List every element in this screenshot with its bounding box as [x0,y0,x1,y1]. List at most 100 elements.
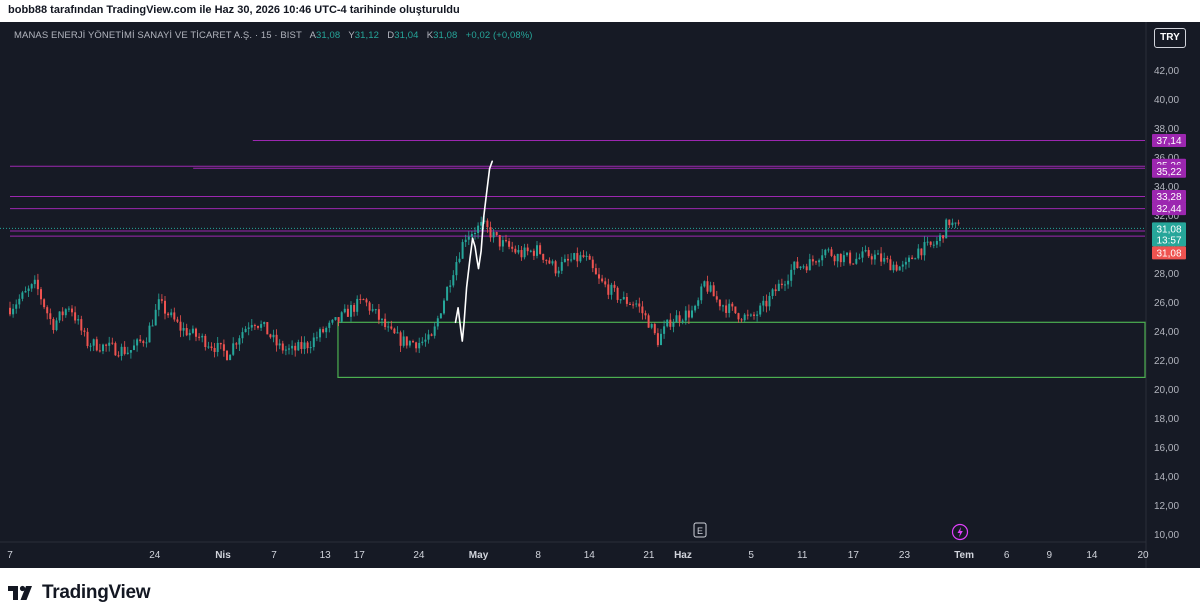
candle-body [774,289,777,292]
candle-body [898,266,901,271]
candle-body [387,326,390,328]
candle-body [948,219,951,226]
candle-body [765,300,768,307]
candle-body [27,288,30,292]
candle-body [697,300,700,306]
candle-body [610,284,613,295]
candle-body [474,233,476,235]
high-value: 31,12 [354,30,380,41]
bar-countdown-label: 13:57 [1156,235,1181,246]
candle-body [83,330,86,332]
candle-body [523,247,526,258]
candle-body [433,326,436,336]
candle-body [424,339,427,342]
price-chart[interactable]: 42,0040,0038,0036,0034,0032,0030,0028,00… [0,22,1200,568]
candle-body [458,258,461,263]
candle-body [291,345,294,349]
candle-body [647,315,650,328]
candle-body [598,274,600,279]
candle-body [625,296,628,304]
y-tick-label: 18,00 [1154,414,1179,425]
chart-area[interactable]: 42,0040,0038,0036,0034,0032,0030,0028,00… [0,22,1200,568]
candle-body [511,246,514,249]
candle-body [827,249,830,251]
candle-body [139,339,142,342]
candle-body [201,335,204,338]
candle-body [55,320,58,330]
candle-body [191,328,194,333]
candle-body [753,314,755,316]
candle-body [926,241,929,243]
candle-body [799,266,802,269]
candle-body [470,234,473,237]
candle-body [452,275,455,286]
candle-body [142,341,145,343]
candle-body [793,261,796,270]
candle-body [873,254,876,260]
candle-body [616,287,619,300]
candle-body [588,255,591,260]
x-tick-label: 5 [748,550,754,561]
candle-body [151,325,154,327]
candle-body [855,258,858,264]
candle-body [880,253,883,262]
candle-body [604,281,607,285]
candle-body [756,314,759,316]
candle-body [846,252,848,256]
candle-body [579,255,582,262]
candle-body [759,305,762,315]
level-price-label: 33,28 [1156,192,1181,203]
candle-body [105,344,108,346]
candle-body [111,342,114,344]
candle-body [477,225,480,234]
candle-body [700,286,703,301]
candle-body [64,309,67,316]
candle-body [818,260,821,263]
candle-body [858,257,861,259]
candle-body [920,248,923,256]
candle-body [731,303,734,307]
candle-body [849,252,852,264]
candle-body [498,235,501,247]
candle-body [269,334,272,338]
candle-body [148,325,151,343]
candle-body [356,298,359,312]
candle-body [560,261,563,271]
candle-body [718,299,721,307]
candle-body [343,308,346,313]
candle-body [52,318,55,330]
candle-body [33,279,36,285]
candle-body [95,339,98,351]
candle-body [455,262,458,276]
candle-body [601,278,604,282]
candle-body [548,260,551,264]
candle-body [768,295,771,307]
candle-body [89,345,92,347]
candle-body [216,342,219,353]
y-tick-label: 10,00 [1154,530,1179,541]
candle-body [421,341,424,343]
candle-body [12,308,15,315]
candle-body [712,285,715,297]
x-tick-label: Tem [954,550,974,561]
candle-body [390,326,393,329]
candle-body [449,285,452,287]
candle-body [709,285,712,292]
snapshot-title: bobb88 tarafından TradingView.com ile Ha… [8,4,460,16]
candle-body [861,251,864,258]
tradingview-logo[interactable]: TradingView [8,582,151,604]
currency-button[interactable]: TRY [1154,28,1186,48]
candle-body [867,250,870,257]
candle-body [554,261,557,274]
x-tick-label: 11 [797,550,808,561]
candle-body [61,311,64,316]
candle-body [77,319,80,321]
x-tick-label: Haz [674,550,692,561]
candle-body [18,298,21,305]
candle-body [377,309,380,320]
change-value: +0,02 (+0,08%) [465,30,533,41]
chart-background [0,22,1200,568]
x-tick-label: 21 [643,550,655,561]
candle-body [43,299,46,308]
candle-body [182,328,185,331]
